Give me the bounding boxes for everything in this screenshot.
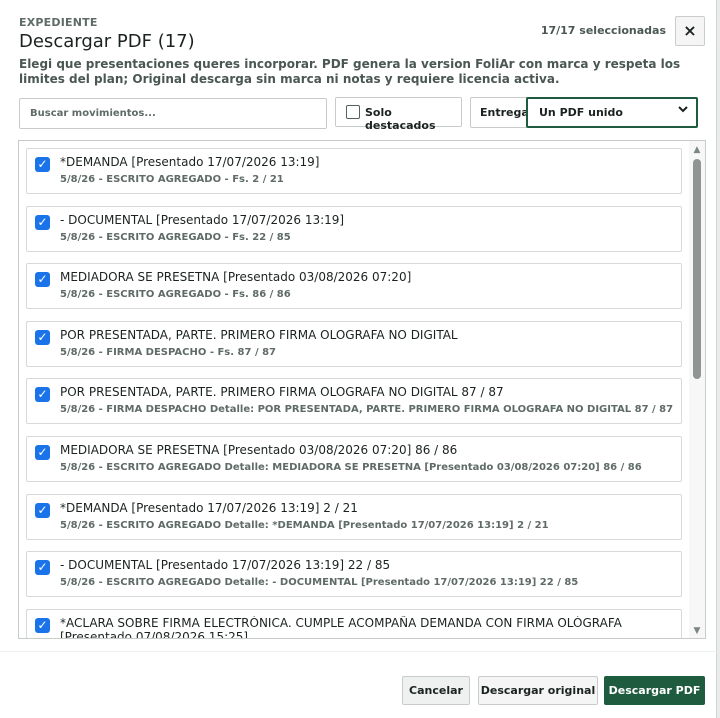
item-checkbox[interactable]: ✓: [35, 445, 50, 460]
item-title: *ACLARA SOBRE FIRMA ELECTRÓNICA. CUMPLE …: [60, 615, 622, 639]
item-title: MEDIADORA SE PRESETNA [Presentado 03/08/…: [60, 270, 412, 285]
chevron-down-icon: [677, 103, 689, 119]
item-checkbox[interactable]: ✓: [35, 157, 50, 172]
item-subtitle: 5/8/26 - ESCRITO AGREGADO Detalle: *DEMA…: [60, 519, 549, 531]
item-subtitle: 5/8/26 - ESCRITO AGREGADO - Fs. 86 / 86: [60, 289, 291, 301]
footer-divider: [0, 651, 717, 652]
list-item[interactable]: ✓ *ACLARA SOBRE FIRMA ELECTRÓNICA. CUMPLE…: [26, 608, 682, 639]
featured-filter[interactable]: Solo destacados: [335, 97, 462, 132]
list-item[interactable]: ✓ MEDIADORA SE PRESETNA [Presentado 03/08…: [26, 263, 682, 310]
item-title: - DOCUMENTAL [Presentado 17/07/2026 13:1…: [60, 558, 391, 573]
item-checkbox[interactable]: ✓: [35, 502, 50, 518]
list-item[interactable]: ✓ *DEMANDA [Presentado 17/07/2026 13:19] …: [26, 493, 682, 540]
item-subtitle: 5/8/26 - FIRMA DESPACHO - Fs. 87 / 87: [60, 346, 276, 358]
item-checkbox[interactable]: ✓: [35, 272, 50, 288]
dialog-kicker: EXPEDIENTE: [19, 16, 98, 29]
item-checkbox[interactable]: ✓: [35, 329, 50, 345]
item-title: - DOCUMENTAL [Presentado 17/07/2026 13:1…: [60, 212, 345, 227]
movements-list: ✓ *DEMANDA [Presentado 17/07/2026 13:19] 5…: [18, 140, 706, 639]
item-title: MEDIADORA SE PRESETNA [Presentado 03/08/…: [60, 443, 458, 457]
item-title: POR PRESENTADA, PARTE. PRIMERO FIRMA OLO…: [60, 385, 504, 400]
close-button[interactable]: ×: [675, 16, 705, 46]
item-title: POR PRESENTADA, PARTE. PRIMERO FIRMA OLO…: [60, 327, 458, 342]
delivery-select[interactable]: Un PDF unido: [526, 97, 698, 128]
item-checkbox[interactable]: ✓: [35, 214, 50, 230]
list-item[interactable]: ✓ *DEMANDA [Presentado 17/07/2026 13:19] 5…: [26, 148, 682, 194]
list-item[interactable]: ✓ MEDIADORA SE PRESETNA [Presentado 03/08…: [26, 436, 682, 482]
list-item[interactable]: ✓ - DOCUMENTAL [Presentado 17/07/2026 13:…: [26, 205, 682, 252]
item-subtitle: 5/8/26 - ESCRITO AGREGADO Detalle: MEDIA…: [60, 462, 642, 473]
delivery-control: Entrega Un PDF unido: [470, 97, 698, 128]
delivery-select-value: Un PDF unido: [539, 106, 623, 119]
item-subtitle: 5/8/26 - ESCRITO AGREGADO - Fs. 22 / 85: [60, 231, 291, 243]
dialog-description: Elegi que presentaciones queres incorpor…: [19, 57, 681, 86]
download-pdf-button[interactable]: Descargar PDF: [604, 676, 705, 705]
delivery-label: Entrega: [480, 106, 529, 119]
download-original-button[interactable]: Descargar original: [478, 676, 598, 705]
search-input[interactable]: Buscar movimientos...: [19, 98, 327, 129]
item-subtitle: 5/8/26 - ESCRITO AGREGADO Detalle: - DOC…: [60, 577, 579, 589]
featured-checkbox[interactable]: [346, 105, 360, 119]
item-checkbox[interactable]: ✓: [35, 560, 50, 576]
item-title: *DEMANDA [Presentado 17/07/2026 13:19]: [60, 155, 320, 169]
item-subtitle: 5/8/26 - FIRMA DESPACHO Detalle: POR PRE…: [60, 404, 674, 416]
list-item[interactable]: ✓ POR PRESENTADA, PARTE. PRIMERO FIRMA OL…: [26, 320, 682, 367]
featured-label: Solo destacados: [365, 106, 436, 132]
item-checkbox[interactable]: ✓: [35, 617, 50, 633]
selected-count: 17/17 seleccionadas: [540, 24, 666, 37]
list-scrollbar[interactable]: ▲ ▼: [689, 141, 705, 638]
scroll-thumb[interactable]: [693, 159, 701, 379]
close-icon: ×: [683, 21, 697, 40]
scroll-up-icon[interactable]: ▲: [689, 143, 705, 157]
item-subtitle: 5/8/26 - ESCRITO AGREGADO - Fs. 2 / 21: [60, 174, 284, 185]
download-pdf-dialog: EXPEDIENTE Descargar PDF (17) 17/17 sele…: [0, 0, 717, 718]
list-item[interactable]: ✓ - DOCUMENTAL [Presentado 17/07/2026 13:…: [26, 551, 682, 598]
list-item[interactable]: ✓ POR PRESENTADA, PARTE. PRIMERO FIRMA OL…: [26, 378, 682, 425]
item-checkbox[interactable]: ✓: [35, 387, 50, 403]
dialog-title: Descargar PDF (17): [19, 31, 195, 52]
item-title: *DEMANDA [Presentado 17/07/2026 13:19] 2…: [60, 500, 358, 515]
cancel-button[interactable]: Cancelar: [402, 676, 470, 705]
scroll-down-icon[interactable]: ▼: [689, 624, 705, 638]
